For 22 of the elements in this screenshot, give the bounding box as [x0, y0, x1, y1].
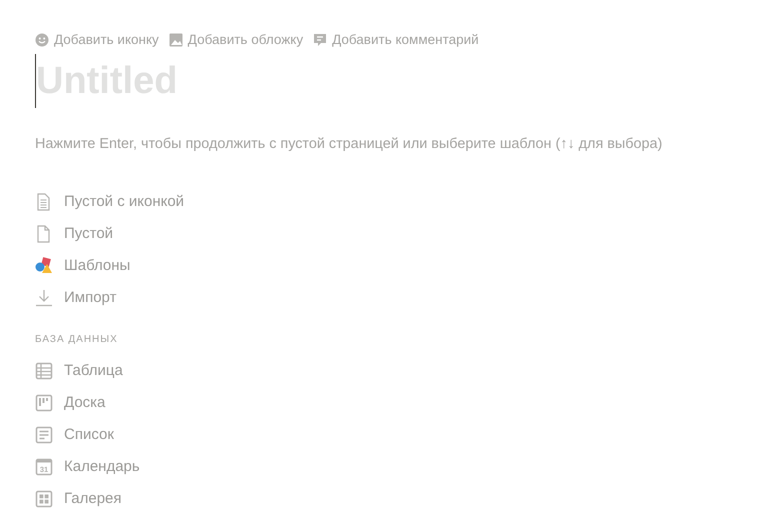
menu-option[interactable]: Импорт	[35, 282, 116, 314]
menu-option[interactable]: Доска	[35, 386, 106, 419]
page-action-button[interactable]: Добавить комментарий	[313, 28, 483, 52]
smiley-icon	[35, 33, 49, 48]
page-action-button[interactable]: Добавить обложку	[168, 28, 308, 52]
gallery-icon	[35, 490, 53, 508]
menu-option[interactable]: Таблица	[35, 354, 123, 387]
menu-option[interactable]: Пустой	[35, 218, 114, 250]
menu-option[interactable]: Шаблоны	[35, 250, 130, 282]
list-icon	[35, 426, 53, 444]
speech-bubble-icon	[313, 33, 328, 48]
image-icon	[168, 33, 183, 48]
page-action-button[interactable]: Добавить иконку	[35, 28, 163, 52]
table-icon	[35, 362, 53, 380]
menu-option[interactable]: Список	[35, 418, 114, 451]
section-heading: БАЗА ДАННЫХ	[35, 332, 119, 347]
menu-option[interactable]: Галерея	[35, 482, 122, 515]
download-icon	[35, 288, 53, 307]
menu-option[interactable]: Пустой с иконкой	[35, 186, 184, 218]
board-icon	[35, 394, 53, 412]
hint-text: Нажмите Enter, чтобы продолжить с пустой страницей или выберите шаблон (↑↓ для выбора)	[35, 135, 664, 154]
shapes-icon	[35, 256, 53, 275]
